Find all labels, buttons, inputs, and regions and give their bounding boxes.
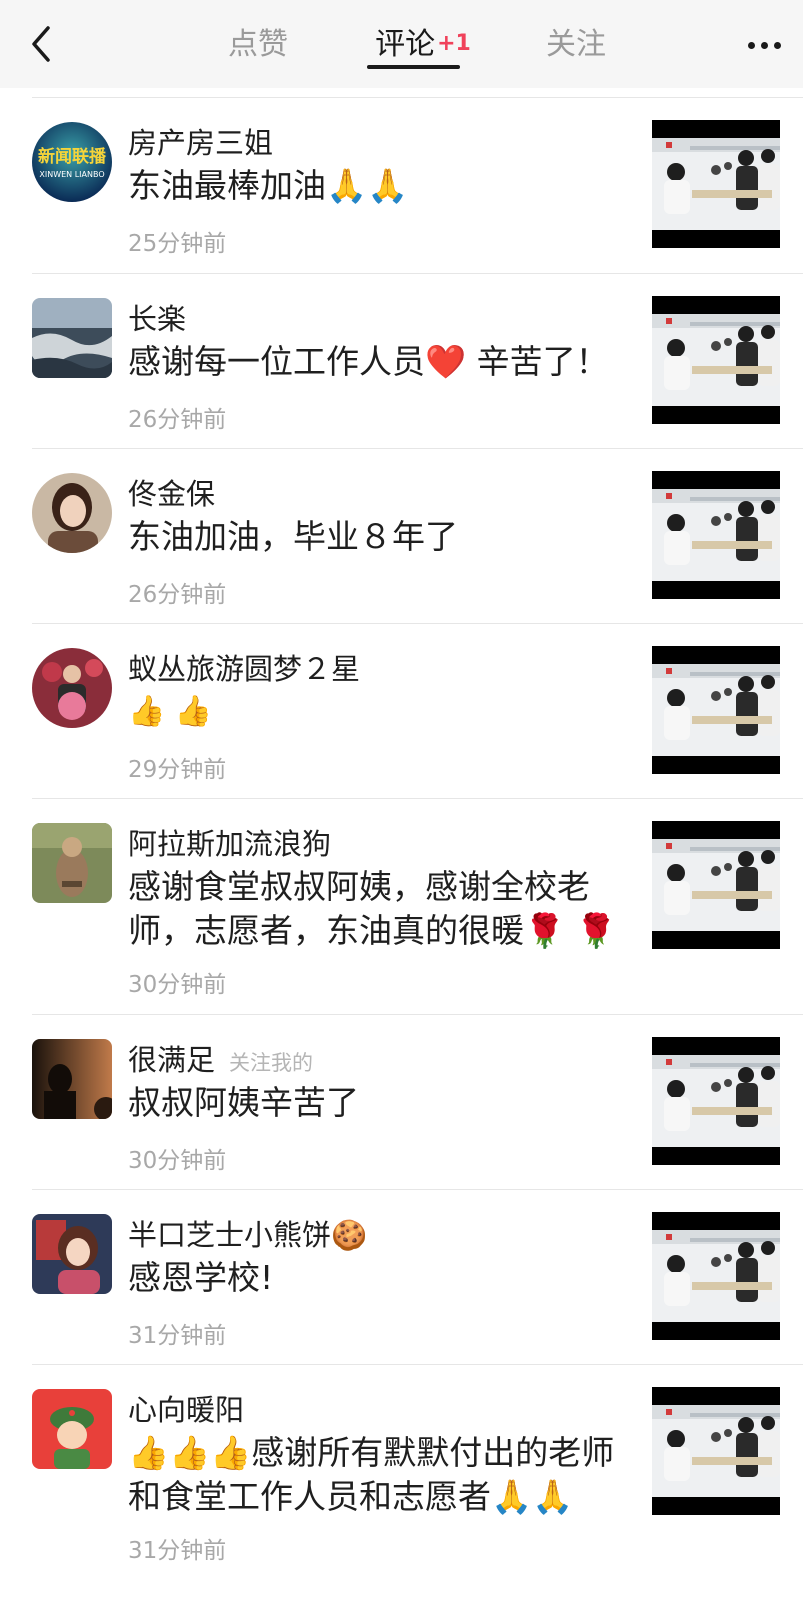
tab-follows[interactable]: 关注 <box>526 22 626 68</box>
comment-username[interactable]: 长楽 <box>128 296 186 338</box>
comment-item: 蚁丛旅游圆梦２星 👍 👍 29分钟前 <box>0 624 803 799</box>
comment-text: 👍👍👍感谢所有默默付出的老师和食堂工作人员和志愿者🙏🙏 <box>128 1433 615 1516</box>
post-thumbnail[interactable] <box>652 1212 780 1340</box>
comment-item: 心向暖阳 👍👍👍感谢所有默默付出的老师和食堂工作人员和志愿者🙏🙏 31分钟前 <box>0 1365 803 1611</box>
avatar[interactable] <box>32 823 112 903</box>
comment-item: 佟金保 东油加油，毕业８年了 26分钟前 <box>0 449 803 624</box>
avatar[interactable]: 新闻联播 XINWEN LIANBO <box>32 122 112 202</box>
avatar[interactable] <box>32 473 112 553</box>
comment-username[interactable]: 很满足 关注我的 <box>128 1037 313 1079</box>
comment-username[interactable]: 房产房三姐 <box>128 120 273 162</box>
avatar[interactable] <box>32 1389 112 1469</box>
tab-follows-label: 关注 <box>546 27 606 62</box>
comment-time: 25分钟前 <box>128 231 227 257</box>
comment-time: 30分钟前 <box>128 1148 227 1174</box>
post-thumbnail[interactable] <box>652 471 780 599</box>
comment-username[interactable]: 心向暖阳 <box>128 1387 244 1429</box>
comment-time: 26分钟前 <box>128 582 227 608</box>
comment-username[interactable]: 半口芝士小熊饼🍪 <box>128 1212 367 1254</box>
top-navigation-bar: 点赞 评论+1 关注 <box>0 0 803 88</box>
tab-likes-label: 点赞 <box>228 27 288 62</box>
avatar[interactable] <box>32 1039 112 1119</box>
back-arrow-icon[interactable] <box>26 22 62 66</box>
post-thumbnail[interactable] <box>652 821 780 949</box>
tab-comments-badge: +1 <box>437 31 471 56</box>
comment-item: 半口芝士小熊饼🍪 感恩学校! 31分钟前 <box>0 1190 803 1365</box>
comment-text: 叔叔阿姨辛苦了 <box>128 1083 359 1122</box>
comment-item: 新闻联播 XINWEN LIANBO 房产房三姐 东油最棒加油🙏🙏 25分钟前 <box>0 98 803 273</box>
comment-username[interactable]: 阿拉斯加流浪狗 <box>128 821 331 863</box>
comment-item: 长楽 感谢每一位工作人员❤️ 辛苦了！ 26分钟前 <box>0 274 803 449</box>
active-tab-indicator <box>367 65 460 69</box>
comment-item: 阿拉斯加流浪狗 感谢食堂叔叔阿姨，感谢全校老师，志愿者，东油真的很暖🌹 🌹 30… <box>0 799 803 1014</box>
avatar-logo-subtext: XINWEN LIANBO <box>39 170 104 179</box>
comment-time: 31分钟前 <box>128 1538 227 1564</box>
comment-time: 30分钟前 <box>128 972 227 998</box>
comment-username[interactable]: 佟金保 <box>128 471 215 513</box>
avatar[interactable] <box>32 1214 112 1294</box>
comment-text: 东油加油，毕业８年了 <box>128 517 458 556</box>
comment-username[interactable]: 蚁丛旅游圆梦２星 <box>128 646 360 688</box>
avatar[interactable] <box>32 648 112 728</box>
post-thumbnail[interactable] <box>652 120 780 248</box>
avatar[interactable] <box>32 298 112 378</box>
comment-time: 26分钟前 <box>128 407 227 433</box>
follower-tag: 关注我的 <box>229 1051 314 1075</box>
comment-time: 29分钟前 <box>128 757 227 783</box>
tab-likes[interactable]: 点赞 <box>208 22 308 68</box>
tab-comments-label: 评论 <box>375 27 436 62</box>
post-thumbnail[interactable] <box>652 646 780 774</box>
comment-text: 东油最棒加油🙏🙏 <box>128 166 409 205</box>
avatar-logo-text: 新闻联播 <box>38 146 107 167</box>
post-thumbnail[interactable] <box>652 296 780 424</box>
comment-text: 感恩学校! <box>128 1258 274 1297</box>
more-options-icon[interactable] <box>748 34 798 54</box>
tab-comments[interactable]: 评论+1 <box>368 22 478 68</box>
comment-text: 感谢食堂叔叔阿姨，感谢全校老师，志愿者，东油真的很暖🌹 🌹 <box>128 867 617 950</box>
comment-username-text: 很满足 <box>128 1043 216 1077</box>
comment-item: 很满足 关注我的 叔叔阿姨辛苦了 30分钟前 <box>0 1015 803 1190</box>
comment-time: 31分钟前 <box>128 1323 227 1349</box>
post-thumbnail[interactable] <box>652 1387 780 1515</box>
comment-text: 👍 👍 <box>128 694 213 729</box>
post-thumbnail[interactable] <box>652 1037 780 1165</box>
comment-text: 感谢每一位工作人员❤️ 辛苦了！ <box>128 342 609 381</box>
